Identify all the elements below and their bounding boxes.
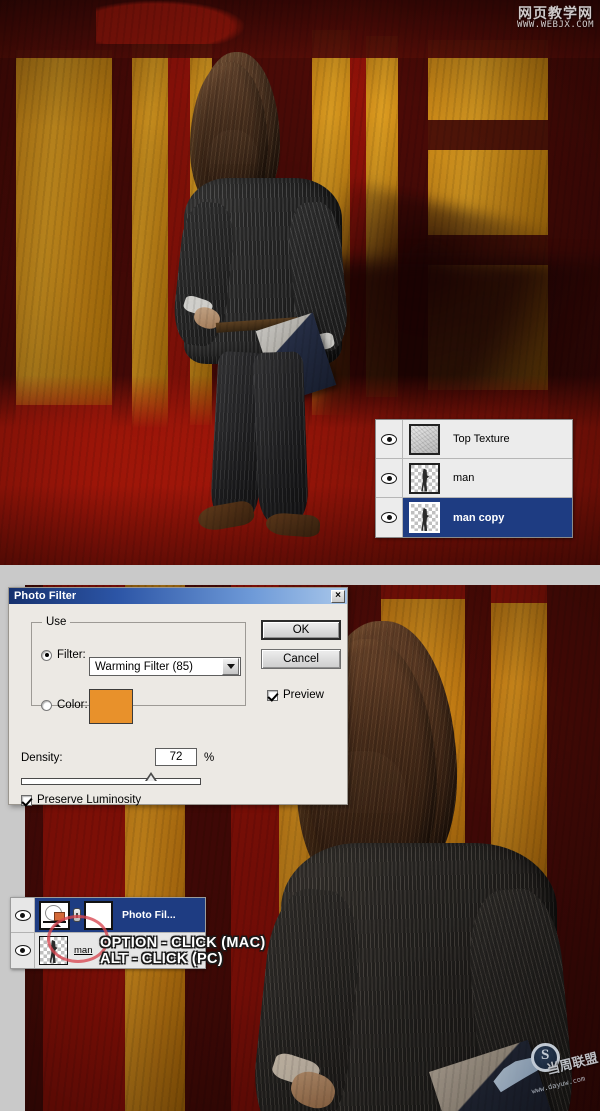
cancel-button-label: Cancel	[283, 653, 319, 665]
layer-name: Top Texture	[453, 433, 510, 445]
eye-icon[interactable]	[14, 945, 31, 956]
layer-visibility-toggle[interactable]	[11, 933, 35, 968]
layer-thumbnail-cell[interactable]	[403, 462, 445, 494]
annotation-callout: OPTION - CLICK (MAC) ALT - CLICK (PC)	[100, 935, 265, 967]
layer-thumbnail-cell[interactable]	[403, 502, 445, 533]
color-label: Color:	[57, 699, 88, 711]
poster-top-band	[0, 0, 600, 58]
preview-checkbox[interactable]	[267, 689, 278, 701]
layer-row-top-texture[interactable]: Top Texture	[376, 420, 572, 459]
photo-filter-adjustment-thumbnail[interactable]	[39, 900, 70, 930]
preserve-luminosity-row[interactable]: Preserve Luminosity	[21, 794, 141, 806]
right-shoe	[265, 512, 321, 538]
color-radio[interactable]	[41, 699, 52, 711]
filter-radio-row[interactable]: Filter:	[41, 649, 86, 661]
watermark-bottom-url: www.dayuw.com	[530, 1074, 586, 1096]
screenshot-root: 网页教学网 WWW.WEBJX.COM Top Texture man man …	[0, 0, 600, 1111]
color-radio-row[interactable]: Color:	[41, 699, 88, 711]
density-label: Density:	[21, 752, 63, 764]
dialog-body: Use Filter: Warming Filter (85) Color: O…	[9, 604, 347, 806]
close-icon[interactable]: ×	[331, 589, 345, 603]
top-layers-panel[interactable]: Top Texture man man copy	[375, 419, 573, 538]
layer-row-man-copy[interactable]: man copy	[376, 498, 572, 537]
man-thumbnail[interactable]	[39, 936, 68, 965]
watermark-top: 网页教学网 WWW.WEBJX.COM	[517, 6, 594, 30]
photo-filter-dialog[interactable]: Photo Filter × Use Filter: Warming Filte…	[8, 587, 348, 806]
poster-top-blot	[96, 0, 246, 44]
left-shoe	[196, 499, 256, 533]
right-leg	[253, 351, 309, 525]
man-thumbnail	[408, 462, 440, 494]
density-value: 72	[169, 751, 183, 763]
layer-visibility-toggle[interactable]	[376, 459, 403, 497]
preview-label: Preview	[283, 689, 324, 701]
filter-select[interactable]: Warming Filter (85)	[89, 657, 241, 676]
filter-radio[interactable]	[41, 649, 52, 661]
texture-thumbnail	[408, 423, 440, 455]
eye-icon[interactable]	[381, 472, 397, 484]
poster-band	[16, 50, 112, 405]
color-swatch[interactable]	[89, 689, 133, 724]
top-poster-image: 网页教学网 WWW.WEBJX.COM Top Texture man man …	[0, 0, 600, 565]
cancel-button[interactable]: Cancel	[261, 649, 341, 669]
layer-row-photo-filter[interactable]: Photo Fil...	[11, 898, 205, 933]
filter-select-value: Warming Filter (85)	[95, 660, 193, 673]
layer-name: man copy	[453, 511, 505, 524]
layer-name: Photo Fil...	[122, 909, 176, 921]
ok-button-label: OK	[292, 624, 310, 636]
letter-crossbar	[428, 120, 548, 150]
preserve-luminosity-label: Preserve Luminosity	[37, 794, 142, 806]
density-slider-handle[interactable]	[144, 772, 157, 781]
eye-icon[interactable]	[14, 909, 31, 921]
callout-line-2: ALT - CLICK (PC)	[100, 951, 223, 968]
density-input[interactable]: 72	[155, 748, 197, 766]
dialog-title: Photo Filter	[14, 590, 77, 602]
layer-row-man[interactable]: man	[376, 459, 572, 498]
density-unit: %	[204, 752, 215, 764]
layer-mask-thumbnail[interactable]	[84, 900, 113, 930]
layer-thumbnail-cell[interactable]	[403, 423, 445, 455]
layer-name: man	[74, 945, 93, 956]
watermark-top-chinese: 网页教学网	[518, 5, 594, 21]
man-thumbnail	[408, 502, 440, 533]
dialog-titlebar[interactable]: Photo Filter ×	[9, 588, 347, 604]
link-icon[interactable]	[73, 908, 81, 922]
layer-visibility-toggle[interactable]	[376, 498, 403, 537]
chevron-down-icon[interactable]	[222, 658, 239, 675]
man-figure	[170, 52, 390, 552]
filter-label: Filter:	[57, 649, 86, 661]
density-slider-track[interactable]	[21, 778, 201, 785]
groupbox-label: Use	[42, 616, 71, 628]
layer-visibility-toggle[interactable]	[376, 420, 403, 458]
ok-button[interactable]: OK	[261, 620, 341, 640]
eye-icon[interactable]	[381, 512, 397, 523]
watermark-top-url: WWW.WEBJX.COM	[517, 19, 594, 30]
eye-icon[interactable]	[381, 433, 397, 445]
layer-name: man	[453, 472, 475, 484]
watermark-bottom: 当周联盟 www.dayuw.com	[491, 1037, 599, 1107]
preserve-luminosity-checkbox[interactable]	[21, 794, 32, 806]
layer-visibility-toggle[interactable]	[11, 898, 35, 932]
callout-line-1: OPTION - CLICK (MAC)	[100, 935, 266, 951]
preview-checkbox-row[interactable]: Preview	[267, 689, 324, 701]
